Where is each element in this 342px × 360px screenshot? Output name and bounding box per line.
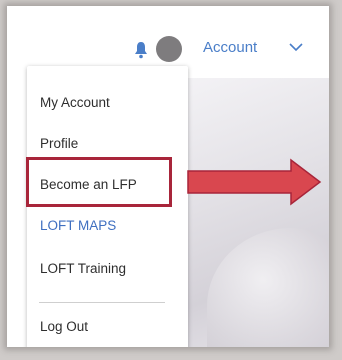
avatar[interactable] bbox=[156, 36, 182, 62]
arrow-left-icon bbox=[187, 158, 322, 206]
menu-item-profile[interactable]: Profile bbox=[40, 136, 78, 151]
menu-item-log-out[interactable]: Log Out bbox=[40, 319, 88, 334]
highlight-box bbox=[26, 157, 172, 207]
chevron-down-icon[interactable] bbox=[289, 42, 303, 52]
bell-icon[interactable] bbox=[134, 41, 148, 59]
background-image bbox=[167, 78, 329, 347]
menu-item-my-account[interactable]: My Account bbox=[40, 95, 110, 110]
menu-item-loft-training[interactable]: LOFT Training bbox=[40, 261, 126, 276]
menu-divider bbox=[39, 302, 165, 303]
menu-item-loft-maps[interactable]: LOFT MAPS bbox=[40, 218, 116, 233]
account-menu-button[interactable]: Account bbox=[203, 39, 257, 56]
